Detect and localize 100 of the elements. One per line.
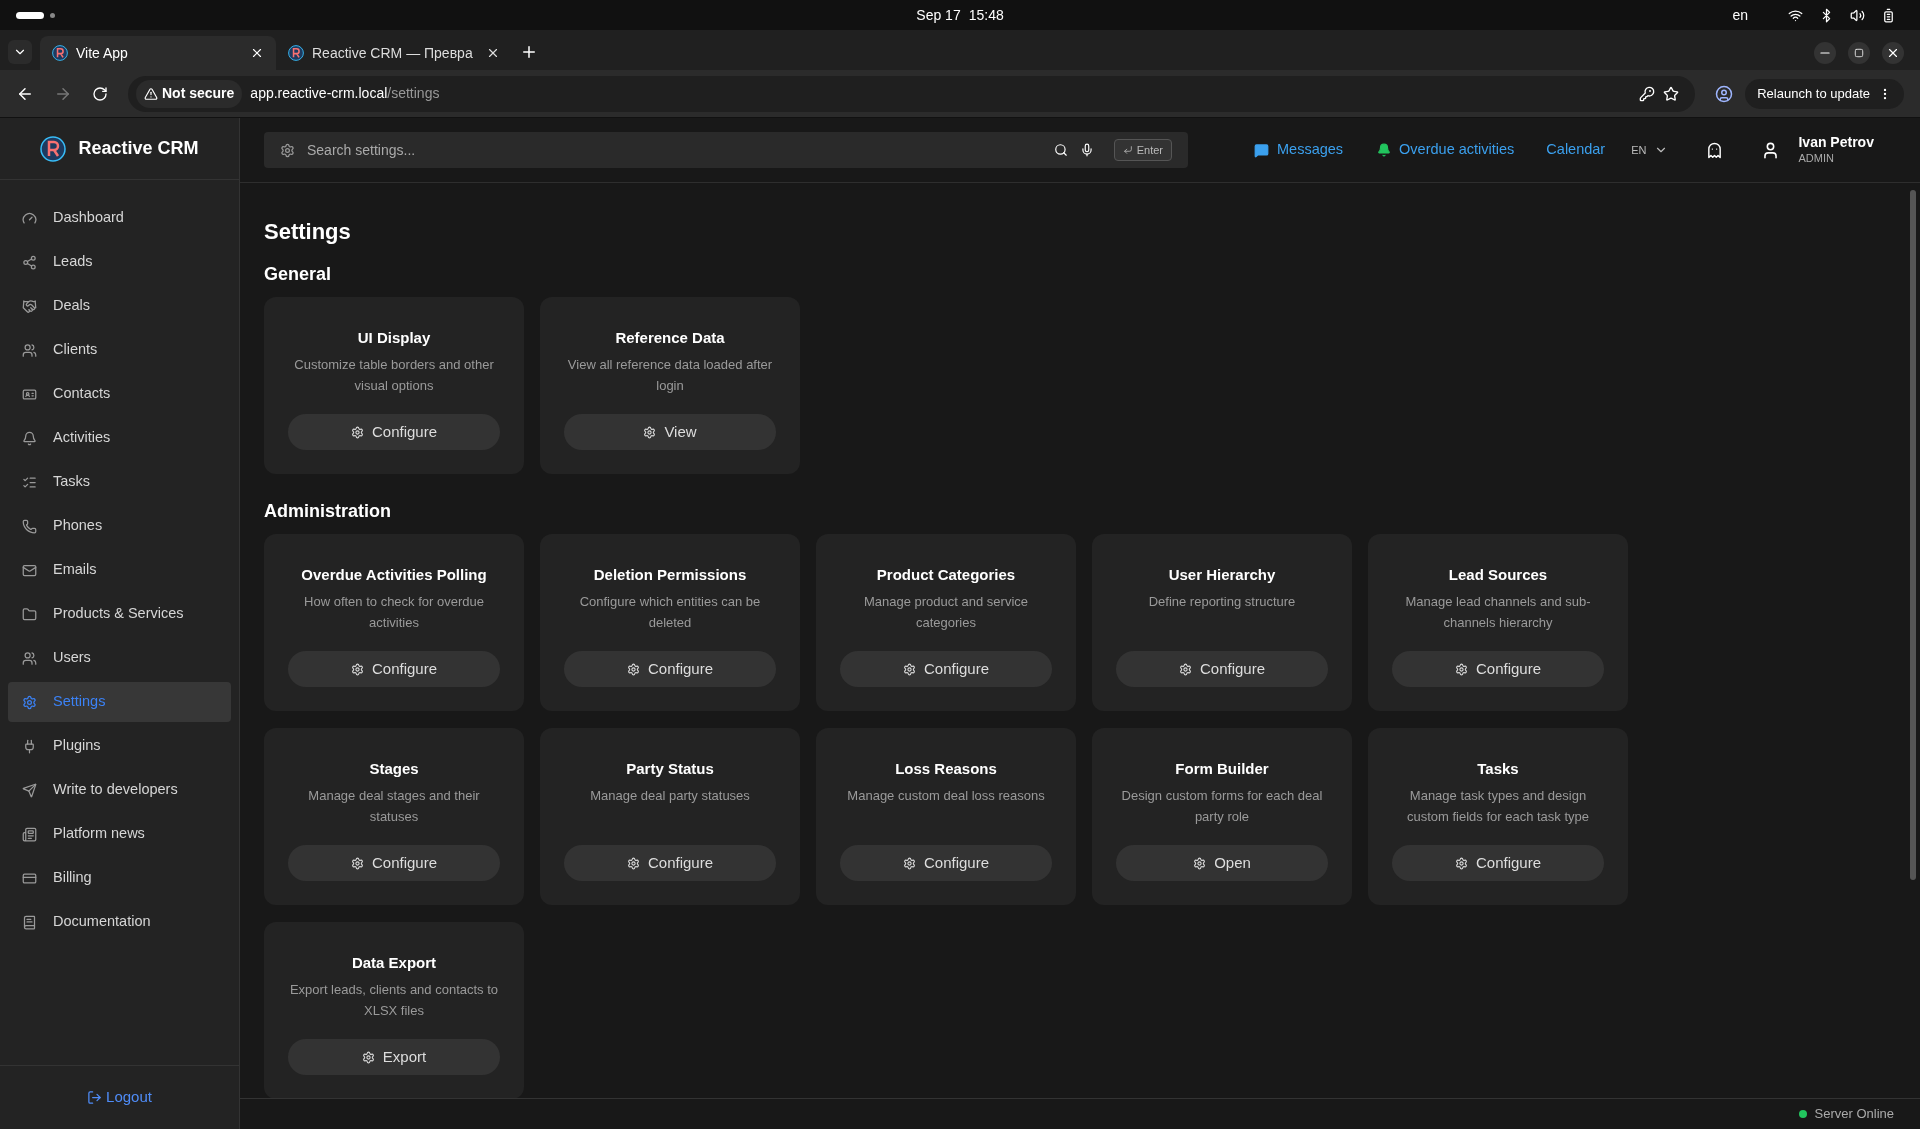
sidebar-item[interactable]: Platform news: [8, 814, 231, 854]
gear-icon: [626, 856, 640, 870]
sidebar-item[interactable]: Users: [8, 638, 231, 678]
card-button[interactable]: Configure: [288, 414, 500, 450]
sidebar-item[interactable]: Documentation: [8, 902, 231, 942]
star-icon[interactable]: [1663, 85, 1680, 102]
security-chip[interactable]: Not secure: [136, 79, 243, 108]
relaunch-button[interactable]: Relaunch to update: [1745, 78, 1904, 109]
sidebar-item[interactable]: Products & Services: [8, 594, 231, 634]
card-button[interactable]: Configure: [564, 651, 776, 687]
card-button[interactable]: Configure: [840, 651, 1052, 687]
search-icon[interactable]: [1053, 143, 1068, 157]
sidebar-item[interactable]: Dashboard: [8, 198, 231, 238]
maximize-icon[interactable]: [1848, 42, 1870, 64]
card-button[interactable]: Configure: [1392, 651, 1604, 687]
system-date: Sep 17: [916, 5, 961, 25]
gear-icon: [350, 425, 364, 439]
phone-icon: [22, 518, 37, 534]
browser-tab[interactable]: Reactive CRM — Превра: [276, 36, 512, 70]
search-input[interactable]: Search settings...: [307, 139, 1042, 161]
card-description: Manage deal stages and their statuses: [307, 786, 481, 826]
wifi-icon[interactable]: [1788, 7, 1803, 23]
battery-icon[interactable]: [1881, 7, 1896, 23]
logo-icon: [288, 45, 304, 61]
profile-icon[interactable]: [1715, 84, 1734, 103]
envelope-icon: [22, 562, 37, 578]
close-icon[interactable]: [250, 46, 264, 60]
volume-icon[interactable]: [1850, 7, 1865, 23]
sidebar-item[interactable]: Tasks: [8, 462, 231, 502]
newspaper-icon: [22, 826, 37, 842]
gear-icon: [1178, 662, 1192, 676]
gear-icon: [1454, 856, 1468, 870]
scrollbar[interactable]: [1910, 190, 1916, 880]
card-description: Manage task types and design custom fields for each task type: [1405, 786, 1591, 826]
nodes-icon: [22, 254, 37, 270]
warning-icon: [144, 86, 158, 101]
ghost-icon[interactable]: [1706, 141, 1724, 159]
security-label: Not secure: [162, 84, 235, 103]
gear-icon: [361, 1050, 375, 1064]
sidebar-item[interactable]: Emails: [8, 550, 231, 590]
close-window-icon[interactable]: [1882, 42, 1904, 64]
user-name: Ivan Petrov: [1798, 134, 1874, 152]
card-title: Stages: [369, 759, 419, 779]
messages-link[interactable]: Messages: [1254, 139, 1344, 161]
microphone-icon[interactable]: [1079, 143, 1094, 157]
gear-icon: [643, 425, 657, 439]
reload-icon[interactable]: [92, 85, 108, 102]
card-button[interactable]: Configure: [288, 845, 500, 881]
plug-icon: [22, 738, 37, 754]
close-icon[interactable]: [486, 46, 500, 60]
tab-list-button[interactable]: [8, 40, 32, 64]
sidebar-item[interactable]: Plugins: [8, 726, 231, 766]
sidebar-item[interactable]: Billing: [8, 858, 231, 898]
gear-icon: [1454, 662, 1468, 676]
card-button[interactable]: Configure: [288, 651, 500, 687]
gear-icon: [350, 662, 364, 676]
brand-name: Reactive CRM: [78, 137, 199, 160]
card-icon: [22, 870, 37, 886]
card-title: Product Categories: [876, 565, 1016, 585]
address-bar[interactable]: Not secure app.reactive-crm.local/settings: [128, 75, 1696, 112]
book-icon: [22, 914, 37, 930]
sidebar-item[interactable]: Phones: [8, 506, 231, 546]
gear-icon: [1193, 856, 1207, 870]
users-icon: [22, 650, 37, 666]
new-tab-icon[interactable]: [520, 43, 538, 61]
system-clock: 15:48: [968, 5, 1004, 25]
search-field[interactable]: Search settings... Enter: [264, 132, 1188, 168]
card-button[interactable]: View: [564, 414, 776, 450]
sidebar-item[interactable]: Deals: [8, 286, 231, 326]
card-button[interactable]: Export: [288, 1039, 500, 1075]
card-button[interactable]: Configure: [840, 845, 1052, 881]
browser-tab[interactable]: Vite App: [40, 36, 276, 70]
sidebar-item[interactable]: Leads: [8, 242, 231, 282]
gear-icon: [350, 856, 364, 870]
card-button[interactable]: Configure: [1116, 651, 1328, 687]
language-selector[interactable]: EN: [1631, 141, 1669, 159]
minimize-icon[interactable]: [1814, 42, 1836, 64]
card-description: View all reference data loaded after login: [566, 355, 774, 395]
key-icon[interactable]: [1639, 85, 1656, 102]
status-text: Server Online: [1814, 1105, 1894, 1124]
logout-link[interactable]: Logout: [87, 1086, 152, 1109]
sidebar-item[interactable]: Write to developers: [8, 770, 231, 810]
card-title: Tasks: [1477, 759, 1519, 779]
section-title: Administration: [264, 502, 392, 520]
sidebar-item[interactable]: Activities: [8, 418, 231, 458]
folder-icon: [22, 606, 37, 622]
user-role: ADMIN: [1798, 151, 1835, 166]
overdue-activities-link[interactable]: Overdue activities: [1377, 139, 1515, 161]
card-title: Deletion Permissions: [593, 565, 747, 585]
card-button[interactable]: Configure: [564, 845, 776, 881]
settings-icon: [280, 142, 295, 158]
card-button[interactable]: Open: [1116, 845, 1328, 881]
keyboard-language[interactable]: en: [1732, 4, 1748, 26]
sidebar-item[interactable]: Clients: [8, 330, 231, 370]
card-description: Design custom forms for each deal party role: [1120, 786, 1324, 826]
sidebar-item[interactable]: Contacts: [8, 374, 231, 414]
card-button[interactable]: Configure: [1392, 845, 1604, 881]
bell-icon: [1377, 143, 1392, 157]
calendar-link[interactable]: Calendar: [1546, 139, 1606, 161]
page-title: Settings: [264, 221, 352, 243]
